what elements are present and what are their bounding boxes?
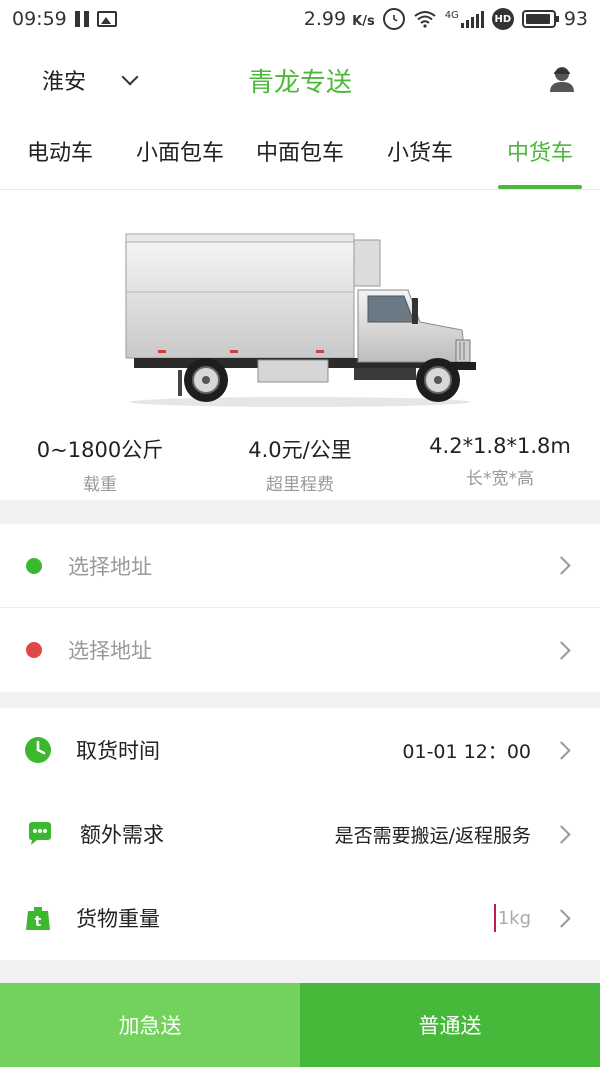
chevron-right-icon xyxy=(552,824,571,844)
svg-text:t: t xyxy=(35,914,42,930)
pickup-time-row[interactable]: 取货时间 01-01 12：00 xyxy=(0,708,600,792)
chevron-right-icon xyxy=(552,908,571,928)
normal-delivery-button[interactable]: 普通送 xyxy=(300,983,600,1067)
order-options: 取货时间 01-01 12：00 额外需求 是否需要搬运/返程服务 t 货物重量… xyxy=(0,708,600,960)
tab-small-van[interactable]: 小面包车 xyxy=(120,120,240,189)
user-profile-icon[interactable] xyxy=(548,64,576,92)
extra-requirements-row[interactable]: 额外需求 是否需要搬运/返程服务 xyxy=(0,792,600,876)
end-address-placeholder: 选择地址 xyxy=(68,639,152,663)
pause-icon xyxy=(74,11,89,27)
start-dot-icon xyxy=(26,557,42,574)
cargo-weight-input[interactable]: 1kg xyxy=(493,904,531,932)
chat-bubble-icon xyxy=(29,822,51,845)
cargo-weight-label: 货物重量 xyxy=(76,907,160,931)
start-address-row[interactable]: 选择地址 xyxy=(0,524,600,608)
image-icon xyxy=(96,11,117,27)
truck-image xyxy=(125,233,476,407)
spec-label: 长*宽*高 xyxy=(466,469,534,489)
tab-electric-bike[interactable]: 电动车 xyxy=(0,120,120,189)
spec-dimensions: 4.2*1.8*1.8m 长*宽*高 xyxy=(400,434,600,495)
spec-value: 4.0元/公里 xyxy=(248,438,352,462)
vehicle-specs: 0~1800公斤 载重 4.0元/公里 超里程费 4.2*1.8*1.8m 长*… xyxy=(0,434,600,495)
network-type: 4G xyxy=(444,10,459,21)
spec-label: 载重 xyxy=(83,475,117,495)
battery-icon xyxy=(521,10,559,28)
end-dot-icon xyxy=(26,642,42,658)
wifi-icon xyxy=(414,11,436,28)
tab-medium-van[interactable]: 中面包车 xyxy=(240,120,360,189)
spec-label: 超里程费 xyxy=(266,475,334,495)
urgent-delivery-button[interactable]: 加急送 xyxy=(0,983,300,1067)
spec-value: 0~1800公斤 xyxy=(36,438,164,462)
cargo-weight-row[interactable]: t 货物重量 1kg xyxy=(0,876,600,960)
address-section: 选择地址 选择地址 xyxy=(0,524,600,692)
clock-time: 09:59 xyxy=(12,8,67,30)
tab-small-truck[interactable]: 小货车 xyxy=(360,120,480,189)
spec-value: 4.2*1.8*1.8m xyxy=(429,434,571,458)
weight-icon: t xyxy=(26,907,50,930)
spec-extra-mileage-fee: 4.0元/公里 超里程费 xyxy=(200,434,400,495)
bottom-action-bar: 加急送 普通送 xyxy=(0,983,600,1067)
status-bar: 09:59 2.99 K/s 4G HD 93 xyxy=(0,0,600,38)
battery-level: 93 xyxy=(563,8,588,30)
pickup-time-value: 01-01 12：00 xyxy=(402,740,531,763)
end-address-row[interactable]: 选择地址 xyxy=(0,608,600,692)
vehicle-card: 0~1800公斤 载重 4.0元/公里 超里程费 4.2*1.8*1.8m 长*… xyxy=(0,190,600,500)
extra-requirements-value: 是否需要搬运/返程服务 xyxy=(334,824,531,847)
signal-icon xyxy=(460,10,484,28)
tab-medium-truck[interactable]: 中货车 xyxy=(480,120,600,189)
text-caret xyxy=(493,904,496,932)
spec-load: 0~1800公斤 载重 xyxy=(0,434,200,495)
network-speed: 2.99 K/s xyxy=(303,8,375,30)
pickup-time-label: 取货时间 xyxy=(76,739,160,763)
chevron-right-icon xyxy=(552,556,571,575)
chevron-right-icon xyxy=(552,740,571,760)
start-address-placeholder: 选择地址 xyxy=(68,554,152,579)
alarm-icon xyxy=(382,8,405,30)
vehicle-type-tabs: 电动车 小面包车 中面包车 小货车 中货车 xyxy=(0,120,600,190)
extra-requirements-label: 额外需求 xyxy=(80,823,164,847)
clock-icon xyxy=(25,737,51,763)
cargo-weight-placeholder: 1kg xyxy=(497,907,531,929)
title-bar: 淮安 青龙专送 xyxy=(0,38,600,120)
chevron-right-icon xyxy=(552,640,571,660)
hd-icon: HD xyxy=(491,8,514,30)
page-title: 青龙专送 xyxy=(247,68,352,98)
